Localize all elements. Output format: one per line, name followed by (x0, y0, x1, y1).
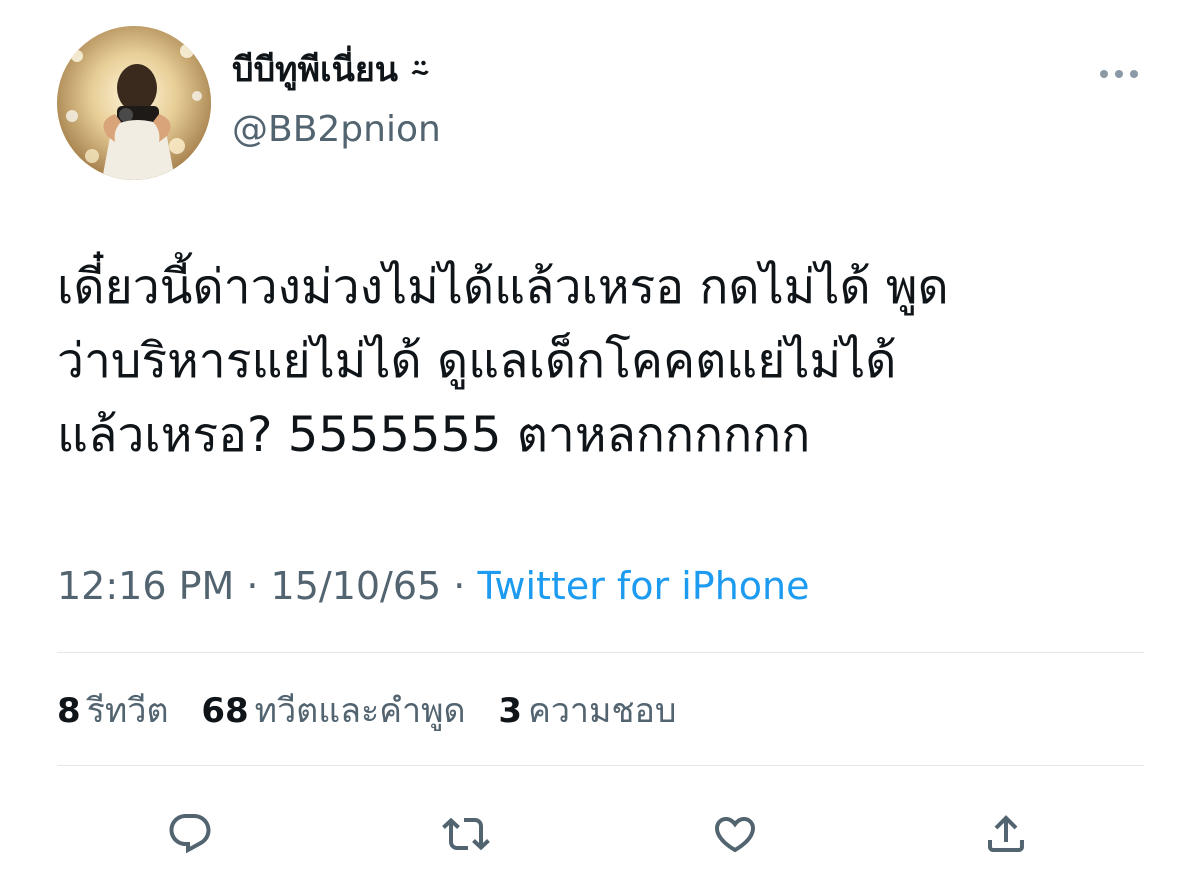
retweets-stat[interactable]: 8 รีทวีต (57, 688, 169, 734)
tweet-time[interactable]: 12:16 PM (57, 564, 234, 608)
retweets-count: 8 (57, 691, 81, 731)
like-button[interactable] (705, 804, 765, 864)
tweet-source-link[interactable]: Twitter for iPhone (477, 564, 809, 608)
quotes-stat[interactable]: 68 ทวีตและคำพูด (201, 688, 465, 734)
likes-label: ความชอบ (528, 691, 677, 731)
tweet-text: เดี๋ยวนี้ด่าวงม่วงไม่ได้แล้วเหรอ กดไม่ได… (57, 259, 949, 463)
quotes-count: 68 (201, 691, 249, 731)
likes-stat[interactable]: 3 ความชอบ (498, 688, 676, 734)
tweet-stats: 8 รีทวีต 68 ทวีตและคำพูด 3 ความชอบ (57, 688, 699, 734)
tweet-date[interactable]: 15/10/65 (271, 564, 442, 608)
avatar-photo-icon (57, 26, 211, 180)
tweet-card: บีบีทูพีเนี่ยน ⍨ @BB2pnion เดี๋ยวนี้ด่าว… (0, 0, 1200, 886)
meta-separator-1: · (234, 564, 271, 608)
more-options-button[interactable] (1094, 58, 1144, 90)
divider (57, 765, 1144, 766)
user-handle[interactable]: @BB2pnion (232, 108, 441, 152)
share-icon (988, 815, 1024, 852)
reply-icon (169, 814, 211, 854)
likes-count: 3 (498, 691, 523, 731)
more-dots-icon (1100, 70, 1138, 78)
divider (57, 652, 1144, 653)
display-name[interactable]: บีบีทูพีเนี่ยน ⍨ (232, 48, 430, 92)
meta-separator-2: · (441, 564, 478, 608)
reply-button[interactable] (160, 804, 220, 864)
quotes-label: ทวีตและคำพูด (254, 691, 466, 731)
tweet-meta: 12:16 PM · 15/10/65 · Twitter for iPhone (57, 562, 810, 610)
heart-icon (714, 817, 756, 853)
action-bar (0, 800, 1200, 864)
retweet-icon (442, 817, 490, 851)
retweet-button[interactable] (436, 804, 496, 864)
retweets-label: รีทวีต (86, 691, 169, 731)
share-button[interactable] (976, 804, 1036, 864)
avatar[interactable] (57, 26, 211, 180)
